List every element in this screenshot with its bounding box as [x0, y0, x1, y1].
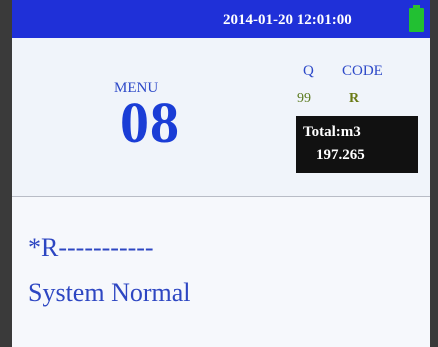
total-volume-box: Total:m3 197.265	[296, 116, 418, 173]
q-value: 99	[297, 91, 311, 106]
total-value: 197.265	[316, 147, 365, 163]
code-header: CODE	[342, 63, 383, 79]
menu-number: 08	[120, 90, 180, 155]
status-bar: 2014-01-20 12:01:00	[12, 0, 430, 38]
bezel-left	[0, 0, 12, 347]
status-message: System Normal	[28, 278, 191, 307]
bezel-right	[430, 0, 438, 347]
battery-body	[409, 8, 424, 32]
battery-full-icon	[409, 5, 424, 32]
status-code-line: *R-----------	[28, 233, 154, 262]
status-panel: *R----------- System Normal	[12, 197, 430, 347]
flowmeter-display: 2014-01-20 12:01:00 MENU 08 Q CODE 99 R …	[0, 0, 438, 347]
q-header: Q	[303, 63, 314, 79]
lcd-screen: 2014-01-20 12:01:00 MENU 08 Q CODE 99 R …	[12, 0, 430, 347]
datetime-display: 2014-01-20 12:01:00	[223, 12, 352, 28]
code-value: R	[349, 91, 360, 106]
total-label: Total:m3	[303, 124, 361, 140]
